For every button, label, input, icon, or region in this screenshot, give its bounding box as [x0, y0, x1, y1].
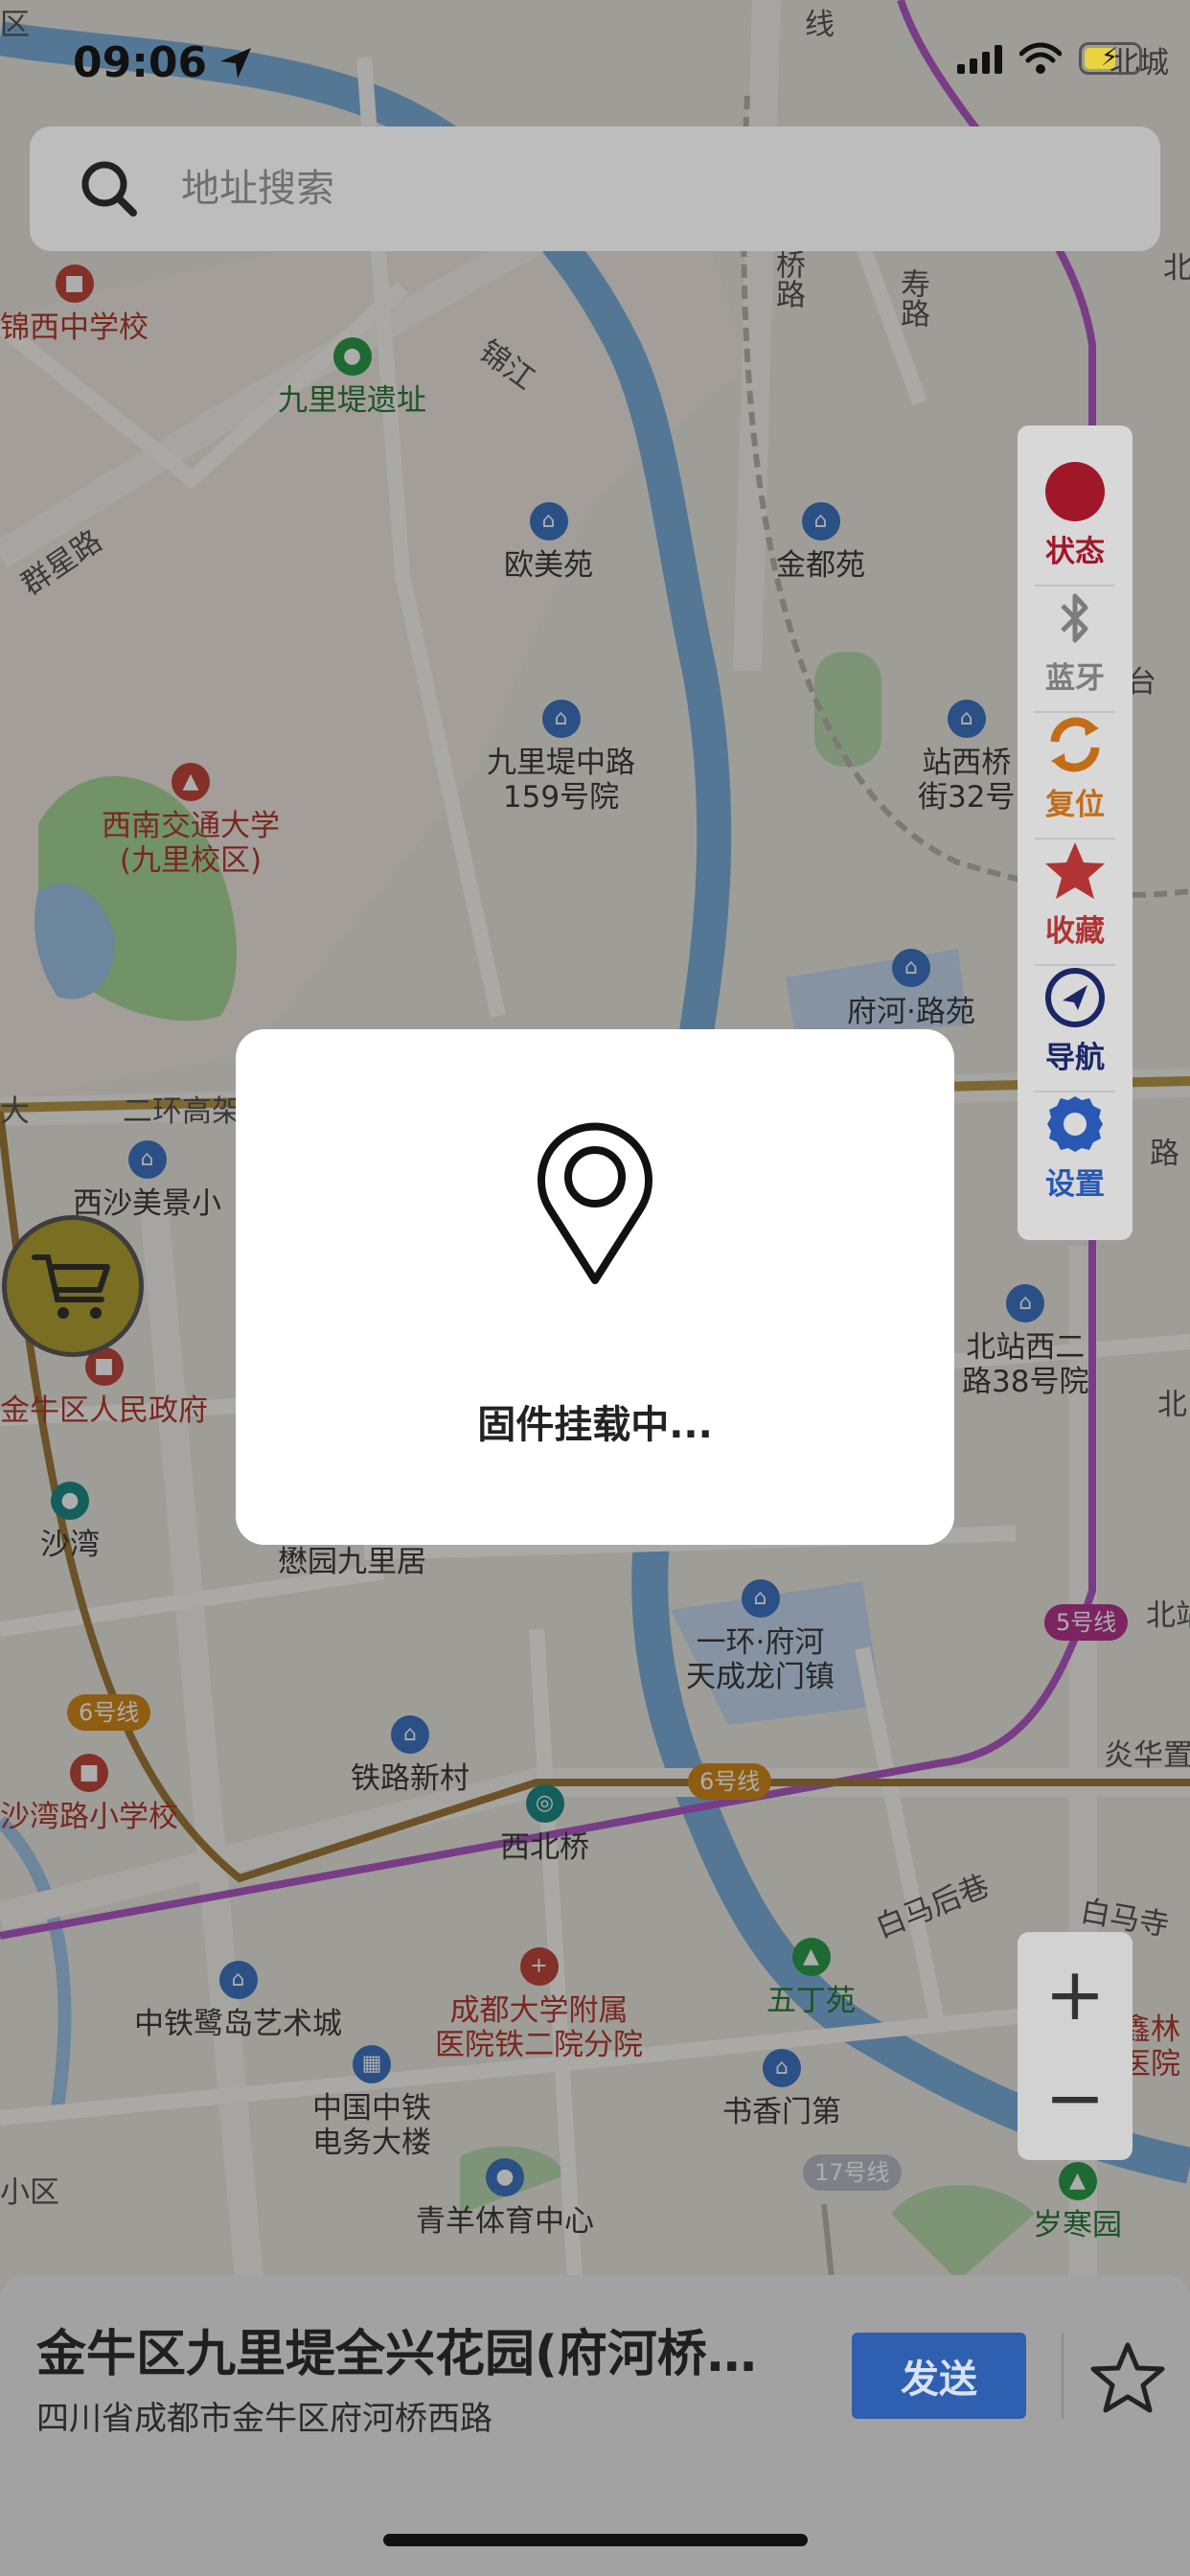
navigation-icon: [1045, 968, 1105, 1027]
map-pin-icon: [538, 1122, 652, 1284]
wifi-icon: [1019, 42, 1062, 74]
search-input[interactable]: [181, 167, 1043, 211]
reset-icon: [1050, 717, 1100, 772]
place-address: 四川省成都市金牛区府河桥西路: [36, 2400, 492, 2438]
gear-icon: [1047, 1096, 1103, 1152]
star-outline-icon[interactable]: [1088, 2340, 1167, 2415]
side-toolbar: 状态 蓝牙 复位 收藏 导航 设置: [1018, 426, 1133, 1240]
settings-button[interactable]: 设置: [1018, 1092, 1133, 1219]
divider: [1062, 2333, 1064, 2419]
navigation-button[interactable]: 导航: [1018, 966, 1133, 1092]
reset-button[interactable]: 复位: [1018, 713, 1133, 840]
zoom-in-button[interactable]: +: [1044, 1958, 1106, 2031]
bluetooth-icon: [1061, 593, 1088, 643]
star-icon: [1045, 842, 1105, 899]
home-indicator: [383, 2534, 808, 2546]
bluetooth-button[interactable]: 蓝牙: [1018, 586, 1133, 713]
zoom-out-button[interactable]: −: [1044, 2061, 1106, 2134]
battery-icon: ⚡: [1079, 42, 1142, 75]
send-button[interactable]: 发送: [852, 2333, 1026, 2419]
dialog-message: 固件挂载中...: [477, 1403, 713, 1447]
status-time: 09:06: [73, 38, 208, 87]
status-indicators: ⚡: [957, 42, 1142, 75]
place-sheet: 金牛区九里堤全兴花园(府河桥西路) 四川省成都市金牛区府河桥西路 发送: [0, 2275, 1190, 2576]
status-button[interactable]: 状态: [1018, 460, 1133, 586]
search-bar[interactable]: [30, 126, 1160, 251]
status-dot-icon: [1045, 462, 1105, 521]
loading-dialog: 固件挂载中...: [236, 1029, 954, 1545]
location-arrow-icon: [220, 48, 251, 79]
zoom-controls: + −: [1018, 1932, 1133, 2160]
place-name: 金牛区九里堤全兴花园(府河桥西路): [36, 2326, 784, 2383]
search-icon: [81, 161, 137, 217]
favorite-button[interactable]: 收藏: [1018, 840, 1133, 966]
cellular-signal-icon: [957, 43, 1002, 74]
